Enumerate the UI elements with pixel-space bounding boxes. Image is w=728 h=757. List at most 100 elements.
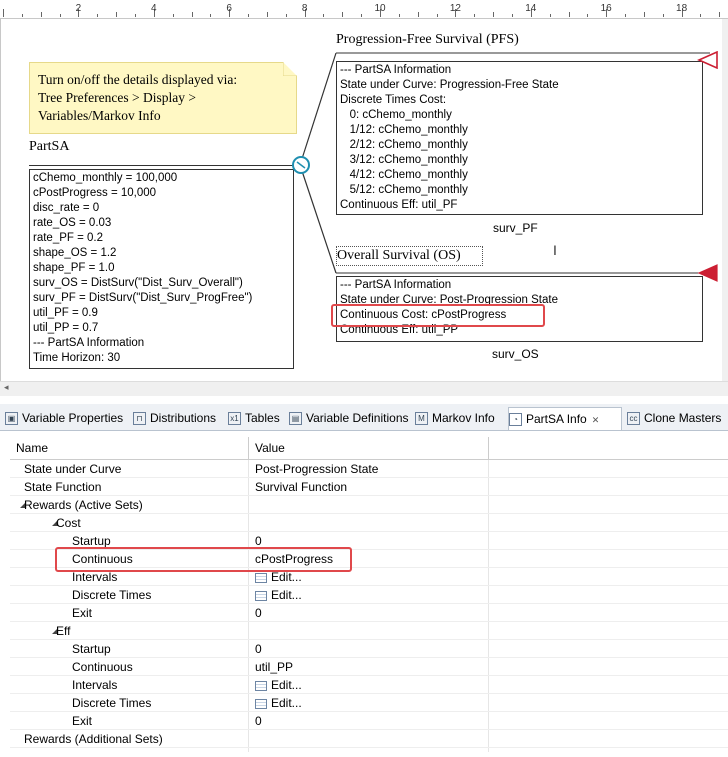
ruler-tick	[568, 12, 570, 17]
ruler-minor-tick	[662, 14, 664, 17]
table-row[interactable]: ◢ Cost	[10, 514, 728, 532]
tab-variable-definitions[interactable]: ▤ Variable Definitions	[289, 407, 411, 429]
ruler-number: 12	[449, 3, 461, 14]
table-header: Name Value	[10, 437, 728, 460]
row-name: Exit	[72, 714, 93, 728]
table-row[interactable]: ◢ Rewards (Active Sets)	[10, 496, 728, 514]
tab-variable-properties[interactable]: ▣ Variable Properties	[5, 407, 129, 429]
ruler-minor-tick	[549, 14, 551, 17]
chance-node-icon[interactable]	[291, 155, 311, 175]
canvas-root_vars-line: rate_PF = 0.2	[33, 232, 103, 244]
canvas-root_vars-line: surv_PF = DistSurv("Dist_Surv_ProgFree")	[33, 292, 253, 304]
ruler-minor-tick	[625, 14, 627, 17]
row-value[interactable]: Edit...	[255, 694, 302, 712]
table-row[interactable]: Startup 0	[10, 640, 728, 658]
horizontal-scrollbar[interactable]: ◂	[0, 381, 728, 396]
table-row[interactable]: State under Curve Post-Progression State	[10, 460, 728, 478]
row-value[interactable]: Edit...	[255, 676, 302, 694]
ruler-minor-tick	[587, 14, 589, 17]
os-terminal-node-icon[interactable]	[697, 264, 719, 282]
row-value-text: Survival Function	[255, 480, 348, 494]
ruler-tick	[266, 12, 268, 17]
ruler-number: 14	[525, 3, 537, 14]
ruler-tick	[719, 12, 721, 17]
row-name: Continuous	[72, 660, 133, 674]
table-row[interactable]: Discrete Times Edit...	[10, 694, 728, 712]
note-line-2: Tree Preferences > Display >	[38, 90, 196, 105]
row-name: Rewards (Additional Sets)	[24, 732, 163, 746]
row-name: Cost	[56, 516, 81, 530]
ruler-tick	[191, 12, 193, 17]
canvas-root_vars-line: rate_OS = 0.03	[33, 217, 112, 229]
tab-markov-info[interactable]: M Markov Info	[415, 407, 504, 429]
row-name: Rewards (Active Sets)	[24, 498, 143, 512]
tab-partsa-info[interactable]: ◔ PartSA Info ✕	[508, 407, 622, 430]
root-variables-box: cChemo_monthly = 100,000 cPostProgress = …	[29, 169, 294, 369]
column-header-value[interactable]: Value	[255, 441, 285, 455]
pfs-info-box: --- PartSA Information State under Curve:…	[336, 61, 703, 215]
row-value[interactable]: Edit...	[255, 586, 302, 604]
table-row[interactable]: Rewards (Additional Sets)	[10, 730, 728, 748]
tables-icon: x1	[228, 412, 241, 426]
ruler-minor-tick	[248, 14, 250, 17]
canvas-root_vars-line: shape_PF = 1.0	[33, 262, 115, 274]
pfs-line: 3/12: cChemo_monthly	[340, 154, 468, 166]
table-edit-icon	[255, 698, 267, 709]
ruler-tick	[493, 12, 495, 17]
variable-properties-icon: ▣	[5, 412, 18, 426]
canvas-root_vars-line: --- PartSA Information	[33, 337, 145, 349]
tab-tables[interactable]: x1 Tables	[228, 407, 285, 429]
row-value: 0	[255, 712, 262, 730]
tab-label: Tables	[245, 411, 280, 425]
canvas-root_vars-line: cChemo_monthly = 100,000	[33, 172, 178, 184]
pfs-line: Continuous Eff: util_PF	[340, 199, 458, 211]
row-value: util_PP	[255, 658, 293, 676]
canvas-root_vars-line: Time Horizon: 30	[33, 352, 121, 364]
column-header-name[interactable]: Name	[16, 441, 48, 455]
table-row[interactable]: Continuous util_PP	[10, 658, 728, 676]
ruler-minor-tick	[474, 14, 476, 17]
pfs-line: 5/12: cChemo_monthly	[340, 184, 468, 196]
table-row[interactable]: Intervals Edit...	[10, 676, 728, 694]
row-gridline	[10, 747, 728, 748]
row-name: Exit	[72, 606, 93, 620]
table-row[interactable]: Exit 0	[10, 712, 728, 730]
row-value: Post-Progression State	[255, 460, 378, 478]
tab-label: Clone Masters	[644, 411, 722, 425]
clone-masters-icon: cc	[627, 412, 640, 426]
tab-label: PartSA Info	[526, 412, 587, 426]
close-tab-icon[interactable]: ✕	[592, 415, 600, 425]
pfs-line: Discrete Times Cost:	[340, 94, 447, 106]
ruler-minor-tick	[323, 14, 325, 17]
os-probability-label: surv_OS	[492, 347, 539, 361]
table-row[interactable]: ◢ Eff	[10, 622, 728, 640]
row-value: 0	[255, 640, 262, 658]
pfs-line: 1/12: cChemo_monthly	[340, 124, 468, 136]
pfs-line: 4/12: cChemo_monthly	[340, 169, 468, 181]
table-row[interactable]: Discrete Times Edit...	[10, 586, 728, 604]
pfs-terminal-node-icon[interactable]	[697, 51, 719, 69]
row-value-text: 0	[255, 642, 262, 656]
canvas-root_vars-line: cPostProgress = 10,000	[33, 187, 157, 199]
canvas-root_vars-line: util_PF = 0.9	[33, 307, 98, 319]
ruler-minor-tick	[172, 14, 174, 17]
ruler-tick	[417, 12, 419, 17]
root-node-label[interactable]: PartSA	[29, 139, 69, 155]
ruler-minor-tick	[285, 14, 287, 17]
highlight-continuous-row	[55, 547, 352, 572]
scroll-left-icon[interactable]: ◂	[4, 382, 9, 393]
tab-distributions[interactable]: ⊓ Distributions	[133, 407, 224, 429]
note-line-3: Variables/Markov Info	[38, 108, 161, 123]
tab-clone-masters[interactable]: cc Clone Masters	[627, 407, 728, 429]
ruler-minor-tick	[700, 14, 702, 17]
os-branch-label[interactable]: Overall Survival (OS)	[336, 246, 483, 266]
pfs-branch-label[interactable]: Progression-Free Survival (PFS)	[336, 32, 519, 48]
table-row[interactable]: State Function Survival Function	[10, 478, 728, 496]
pfs-probability-label: surv_PF	[493, 221, 538, 235]
ruler-tick	[3, 9, 4, 17]
table-edit-icon	[255, 590, 267, 601]
row-name: State Function	[24, 480, 102, 494]
ruler-number: 4	[151, 3, 157, 14]
table-row[interactable]: Exit 0	[10, 604, 728, 622]
row-name: Discrete Times	[72, 588, 152, 602]
